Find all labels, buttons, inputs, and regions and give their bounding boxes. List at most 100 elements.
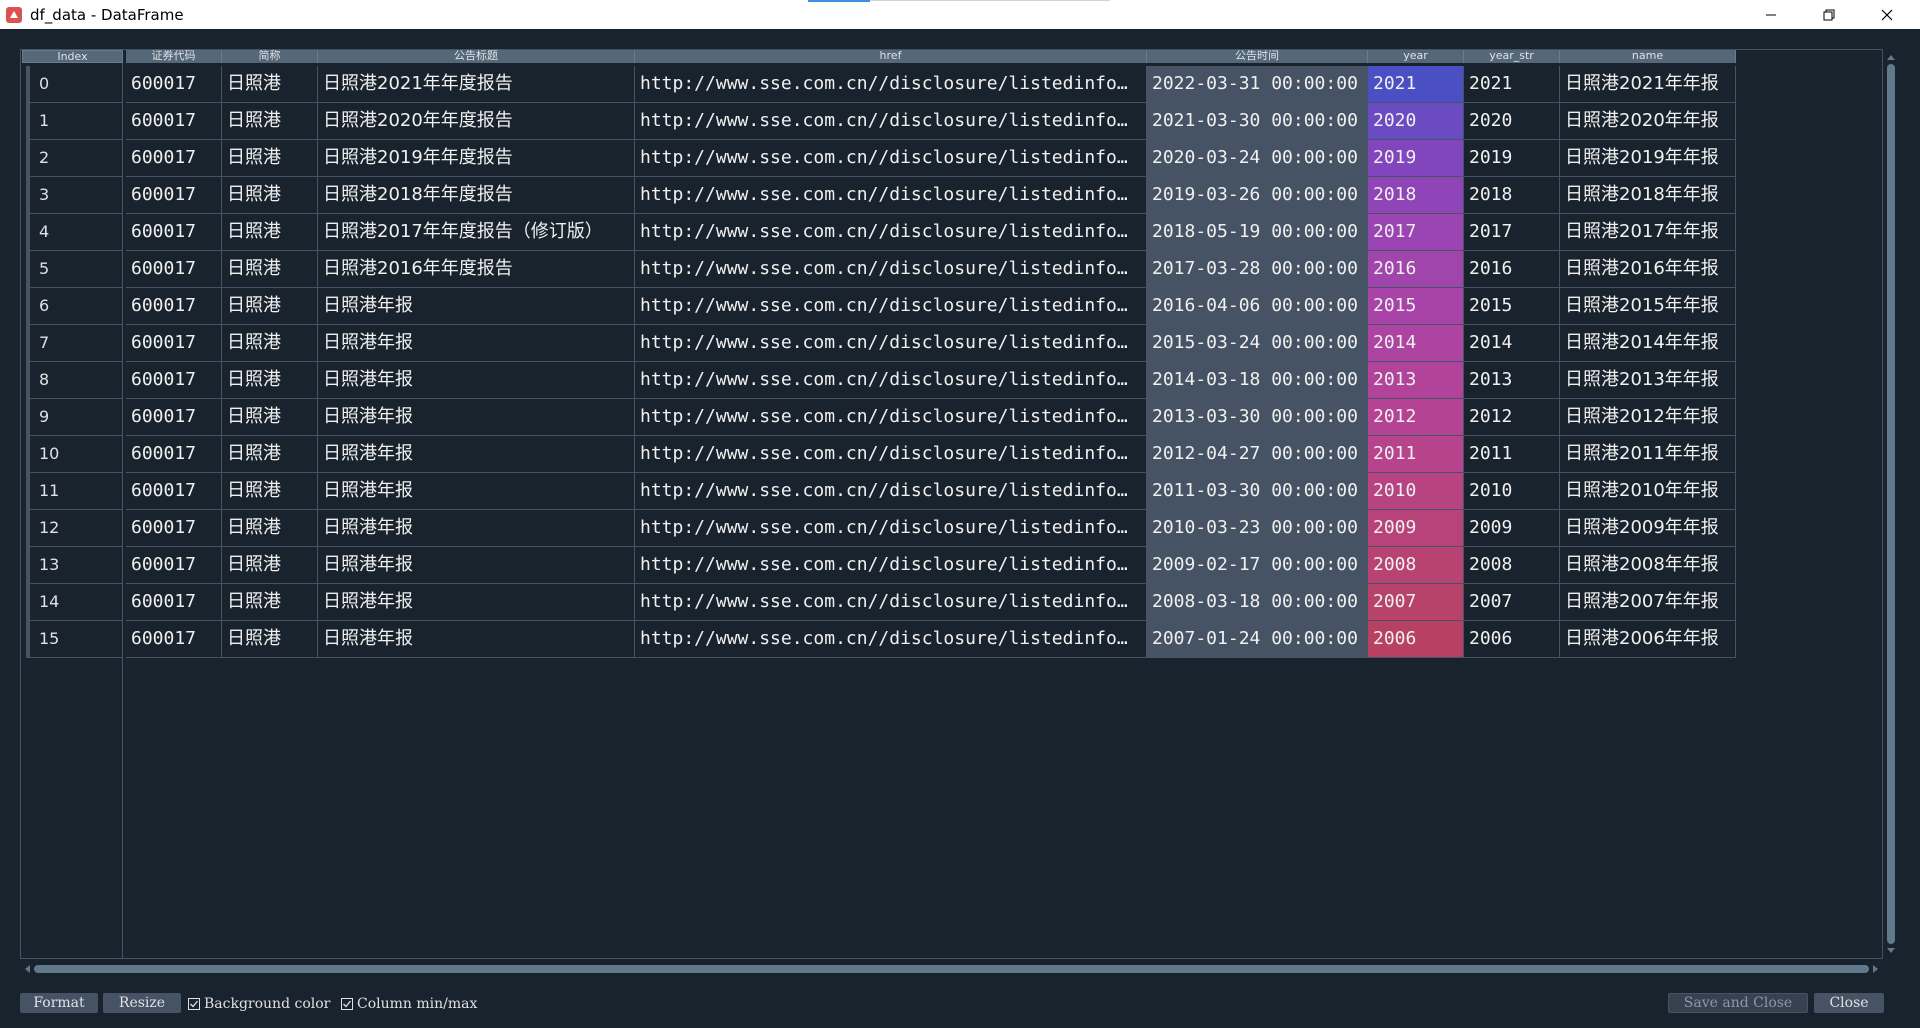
vertical-scrollbar[interactable]	[1884, 52, 1898, 956]
cell-year-str[interactable]: 2010	[1464, 473, 1560, 510]
column-header[interactable]: href	[635, 50, 1147, 63]
cell-name[interactable]: 日照港2016年年报	[1560, 251, 1736, 288]
cell-title[interactable]: 日照港年报	[318, 473, 635, 510]
cell-href[interactable]: http://www.sse.com.cn//disclosure/listed…	[635, 214, 1147, 251]
cell-title[interactable]: 日照港2016年年度报告	[318, 251, 635, 288]
column-header[interactable]: 公告时间	[1147, 50, 1368, 63]
vertical-scroll-handle[interactable]	[1887, 64, 1895, 944]
cell-year-str[interactable]: 2018	[1464, 177, 1560, 214]
index-cell[interactable]: 2	[26, 140, 123, 177]
column-header[interactable]: 简称	[222, 50, 318, 63]
cell-time[interactable]: 2011-03-30 00:00:00	[1147, 473, 1368, 510]
cell-href[interactable]: http://www.sse.com.cn//disclosure/listed…	[635, 399, 1147, 436]
cell-time[interactable]: 2017-03-28 00:00:00	[1147, 251, 1368, 288]
cell-short-name[interactable]: 日照港	[222, 66, 318, 103]
cell-code[interactable]: 600017	[126, 436, 222, 473]
format-button[interactable]: Format	[20, 993, 98, 1013]
cell-title[interactable]: 日照港2021年年度报告	[318, 66, 635, 103]
cell-time[interactable]: 2021-03-30 00:00:00	[1147, 103, 1368, 140]
cell-year-str[interactable]: 2011	[1464, 436, 1560, 473]
column-header[interactable]: 证券代码	[126, 50, 222, 63]
cell-year[interactable]: 2008	[1368, 547, 1464, 584]
cell-short-name[interactable]: 日照港	[222, 251, 318, 288]
scroll-up-icon[interactable]	[1884, 52, 1898, 62]
cell-year-str[interactable]: 2014	[1464, 325, 1560, 362]
index-cell[interactable]: 15	[26, 621, 123, 658]
cell-name[interactable]: 日照港2021年年报	[1560, 66, 1736, 103]
cell-year-str[interactable]: 2008	[1464, 547, 1560, 584]
cell-year-str[interactable]: 2006	[1464, 621, 1560, 658]
index-cell[interactable]: 14	[26, 584, 123, 621]
restore-button[interactable]	[1800, 0, 1858, 29]
cell-year[interactable]: 2012	[1368, 399, 1464, 436]
scroll-left-icon[interactable]	[22, 962, 32, 976]
cell-short-name[interactable]: 日照港	[222, 621, 318, 658]
cell-name[interactable]: 日照港2006年年报	[1560, 621, 1736, 658]
cell-short-name[interactable]: 日照港	[222, 473, 318, 510]
cell-code[interactable]: 600017	[126, 66, 222, 103]
cell-title[interactable]: 日照港2017年年度报告（修订版）	[318, 214, 635, 251]
cell-short-name[interactable]: 日照港	[222, 325, 318, 362]
scroll-right-icon[interactable]	[1871, 962, 1881, 976]
cell-code[interactable]: 600017	[126, 251, 222, 288]
cell-time[interactable]: 2019-03-26 00:00:00	[1147, 177, 1368, 214]
cell-code[interactable]: 600017	[126, 140, 222, 177]
index-cell[interactable]: 7	[26, 325, 123, 362]
index-cell[interactable]: 12	[26, 510, 123, 547]
cell-href[interactable]: http://www.sse.com.cn//disclosure/listed…	[635, 621, 1147, 658]
cell-href[interactable]: http://www.sse.com.cn//disclosure/listed…	[635, 288, 1147, 325]
cell-short-name[interactable]: 日照港	[222, 362, 318, 399]
cell-href[interactable]: http://www.sse.com.cn//disclosure/listed…	[635, 473, 1147, 510]
cell-name[interactable]: 日照港2020年年报	[1560, 103, 1736, 140]
cell-href[interactable]: http://www.sse.com.cn//disclosure/listed…	[635, 103, 1147, 140]
cell-short-name[interactable]: 日照港	[222, 510, 318, 547]
cell-time[interactable]: 2015-03-24 00:00:00	[1147, 325, 1368, 362]
column-header[interactable]: year_str	[1464, 50, 1560, 63]
cell-name[interactable]: 日照港2010年年报	[1560, 473, 1736, 510]
index-cell[interactable]: 9	[26, 399, 123, 436]
cell-href[interactable]: http://www.sse.com.cn//disclosure/listed…	[635, 547, 1147, 584]
index-cell[interactable]: 5	[26, 251, 123, 288]
cell-name[interactable]: 日照港2007年年报	[1560, 584, 1736, 621]
index-cell[interactable]: 11	[26, 473, 123, 510]
cell-href[interactable]: http://www.sse.com.cn//disclosure/listed…	[635, 584, 1147, 621]
background-color-checkbox[interactable]: Background color	[188, 995, 330, 1013]
index-cell[interactable]: 4	[26, 214, 123, 251]
cell-year-str[interactable]: 2021	[1464, 66, 1560, 103]
cell-code[interactable]: 600017	[126, 325, 222, 362]
cell-title[interactable]: 日照港年报	[318, 584, 635, 621]
cell-short-name[interactable]: 日照港	[222, 177, 318, 214]
cell-time[interactable]: 2014-03-18 00:00:00	[1147, 362, 1368, 399]
cell-year[interactable]: 2021	[1368, 66, 1464, 103]
scroll-down-icon[interactable]	[1884, 946, 1898, 956]
cell-year[interactable]: 2006	[1368, 621, 1464, 658]
cell-year[interactable]: 2010	[1368, 473, 1464, 510]
cell-title[interactable]: 日照港2020年年度报告	[318, 103, 635, 140]
resize-button[interactable]: Resize	[103, 993, 181, 1013]
cell-code[interactable]: 600017	[126, 177, 222, 214]
cell-short-name[interactable]: 日照港	[222, 436, 318, 473]
index-cell[interactable]: 1	[26, 103, 123, 140]
cell-code[interactable]: 600017	[126, 214, 222, 251]
cell-href[interactable]: http://www.sse.com.cn//disclosure/listed…	[635, 436, 1147, 473]
column-header[interactable]: year	[1368, 50, 1464, 63]
cell-short-name[interactable]: 日照港	[222, 399, 318, 436]
index-cell[interactable]: 10	[26, 436, 123, 473]
cell-name[interactable]: 日照港2019年年报	[1560, 140, 1736, 177]
cell-code[interactable]: 600017	[126, 288, 222, 325]
cell-time[interactable]: 2013-03-30 00:00:00	[1147, 399, 1368, 436]
cell-code[interactable]: 600017	[126, 510, 222, 547]
cell-short-name[interactable]: 日照港	[222, 103, 318, 140]
cell-short-name[interactable]: 日照港	[222, 288, 318, 325]
horizontal-scroll-handle[interactable]	[34, 965, 1869, 973]
cell-time[interactable]: 2010-03-23 00:00:00	[1147, 510, 1368, 547]
cell-year-str[interactable]: 2013	[1464, 362, 1560, 399]
cell-name[interactable]: 日照港2012年年报	[1560, 399, 1736, 436]
cell-year[interactable]: 2011	[1368, 436, 1464, 473]
cell-year-str[interactable]: 2009	[1464, 510, 1560, 547]
cell-code[interactable]: 600017	[126, 584, 222, 621]
cell-year[interactable]: 2014	[1368, 325, 1464, 362]
cell-year-str[interactable]: 2007	[1464, 584, 1560, 621]
cell-name[interactable]: 日照港2011年年报	[1560, 436, 1736, 473]
cell-title[interactable]: 日照港年报	[318, 436, 635, 473]
